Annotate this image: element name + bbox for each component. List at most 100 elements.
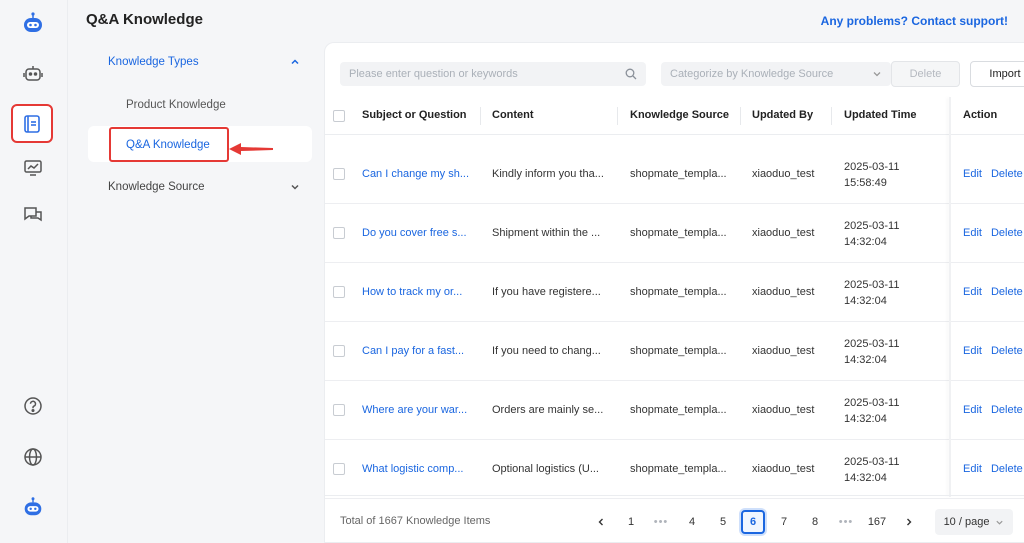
- updated-time: 14:32:04: [844, 236, 887, 248]
- analytics-chart-icon[interactable]: [14, 149, 52, 187]
- page-title: Q&A Knowledge: [86, 11, 203, 28]
- page-number[interactable]: 8: [803, 510, 827, 534]
- content-cell: Optional logistics (U...: [492, 463, 599, 475]
- updated-time: 14:32:04: [844, 472, 887, 484]
- nav-group-label: Knowledge Source: [108, 181, 205, 193]
- user-avatar-bot-icon[interactable]: [14, 488, 52, 526]
- row-checkbox[interactable]: [333, 404, 345, 416]
- chevron-down-icon: [996, 520, 1004, 525]
- table-row: Do you cover free s... Shipment within th…: [325, 204, 1024, 263]
- page-number[interactable]: 7: [772, 510, 796, 534]
- delete-link[interactable]: Delete: [991, 286, 1023, 298]
- nav-item-product-knowledge[interactable]: Product Knowledge: [126, 99, 226, 111]
- select-all-checkbox[interactable]: [333, 110, 345, 122]
- updated-time: 14:32:04: [844, 413, 887, 425]
- updated-date: 2025-03-11: [844, 220, 900, 232]
- row-checkbox[interactable]: [333, 463, 345, 475]
- edit-link[interactable]: Edit: [963, 345, 982, 357]
- content-cell: Shipment within the ...: [492, 227, 601, 239]
- updated-time: 14:32:04: [844, 354, 887, 366]
- source-cell: shopmate_templa...: [630, 168, 727, 180]
- edit-link[interactable]: Edit: [963, 404, 982, 416]
- source-cell: shopmate_templa...: [630, 227, 727, 239]
- nav-group-knowledge-source[interactable]: Knowledge Source: [108, 181, 300, 193]
- page-number[interactable]: 1: [619, 510, 643, 534]
- edit-link[interactable]: Edit: [963, 463, 982, 475]
- annotation-highlight-box: [109, 127, 229, 162]
- updated-date: 2025-03-11: [844, 279, 900, 291]
- question-link[interactable]: What logistic comp...: [362, 463, 463, 475]
- delete-link[interactable]: Delete: [991, 345, 1023, 357]
- page-number[interactable]: 4: [680, 510, 704, 534]
- select-placeholder: Categorize by Knowledge Source: [670, 68, 834, 80]
- chevron-up-icon: [291, 59, 299, 65]
- nav-group-knowledge-types[interactable]: Knowledge Types: [108, 56, 300, 68]
- bulk-delete-button[interactable]: Delete: [891, 61, 960, 87]
- edit-link[interactable]: Edit: [963, 227, 982, 239]
- page-number[interactable]: 167: [865, 510, 889, 534]
- delete-link[interactable]: Delete: [991, 227, 1023, 239]
- page-ellipsis[interactable]: •••: [834, 510, 858, 534]
- page-number[interactable]: 6: [741, 510, 765, 534]
- question-link[interactable]: Do you cover free s...: [362, 227, 467, 239]
- search-icon[interactable]: [625, 68, 637, 80]
- question-link[interactable]: Can I change my sh...: [362, 168, 469, 180]
- column-divider: [617, 107, 618, 125]
- next-page-icon[interactable]: [897, 510, 921, 534]
- row-checkbox[interactable]: [333, 168, 345, 180]
- delete-link[interactable]: Delete: [991, 404, 1023, 416]
- source-cell: shopmate_templa...: [630, 404, 727, 416]
- column-divider: [831, 107, 832, 125]
- robot-icon[interactable]: [14, 55, 52, 93]
- row-actions: Edit Delete: [963, 286, 1024, 298]
- knowledge-book-icon[interactable]: [11, 104, 53, 143]
- table-row: Can I change my sh... Kindly inform you t…: [325, 145, 1024, 204]
- edit-link[interactable]: Edit: [963, 286, 982, 298]
- column-header-updated-by: Updated By: [752, 109, 814, 121]
- delete-link[interactable]: Delete: [991, 463, 1023, 475]
- chat-messages-icon[interactable]: [14, 196, 52, 234]
- row-actions: Edit Delete: [963, 404, 1024, 416]
- nav-group-label: Knowledge Types: [108, 56, 199, 68]
- contact-support-link[interactable]: Any problems? Contact support!: [821, 14, 1008, 28]
- question-link[interactable]: Where are your war...: [362, 404, 467, 416]
- help-question-icon[interactable]: [14, 387, 52, 425]
- table-row: Can I pay for a fast... If you need to ch…: [325, 322, 1024, 381]
- question-link[interactable]: How to track my or...: [362, 286, 462, 298]
- row-actions: Edit Delete: [963, 227, 1024, 239]
- updated-date: 2025-03-11: [844, 338, 900, 350]
- table-row: How to track my or... If you have registe…: [325, 263, 1024, 322]
- knowledge-source-select[interactable]: Categorize by Knowledge Source: [661, 62, 891, 86]
- row-checkbox[interactable]: [333, 286, 345, 298]
- total-count: Total of 1667 Knowledge Items: [340, 515, 491, 527]
- bot-logo-icon[interactable]: [14, 4, 52, 42]
- page-number[interactable]: 5: [711, 510, 735, 534]
- column-header-question: Subject or Question: [362, 109, 467, 121]
- knowledge-sidenav: Knowledge Types Product Knowledge Q&A Kn…: [68, 42, 324, 543]
- row-checkbox[interactable]: [333, 227, 345, 239]
- updated-time: 14:32:04: [844, 295, 887, 307]
- updated-date: 2025-03-11: [844, 161, 900, 173]
- source-cell: shopmate_templa...: [630, 286, 727, 298]
- source-cell: shopmate_templa...: [630, 463, 727, 475]
- page-size-select[interactable]: 10 / page: [935, 509, 1013, 535]
- row-checkbox[interactable]: [333, 345, 345, 357]
- pagination-bar: Total of 1667 Knowledge Items 1 ••• 4 5 6 7 8 •…: [325, 495, 1024, 542]
- updated-time: 15:58:49: [844, 177, 887, 189]
- delete-link[interactable]: Delete: [991, 168, 1023, 180]
- page-ellipsis[interactable]: •••: [649, 510, 673, 534]
- updated-by-cell: xiaoduo_test: [752, 345, 815, 357]
- row-actions: Edit Delete: [963, 345, 1024, 357]
- prev-page-icon[interactable]: [589, 510, 613, 534]
- globe-language-icon[interactable]: [14, 438, 52, 476]
- search-input[interactable]: [349, 68, 609, 80]
- column-header-updated-time: Updated Time: [844, 109, 917, 121]
- content-cell: Kindly inform you tha...: [492, 168, 604, 180]
- table-row: What logistic comp... Optional logistics …: [325, 440, 1024, 499]
- question-link[interactable]: Can I pay for a fast...: [362, 345, 464, 357]
- page-size-value: 10 / page: [943, 516, 990, 528]
- edit-link[interactable]: Edit: [963, 168, 982, 180]
- updated-date: 2025-03-11: [844, 456, 900, 468]
- column-divider: [480, 107, 481, 125]
- import-button[interactable]: Import: [970, 61, 1024, 87]
